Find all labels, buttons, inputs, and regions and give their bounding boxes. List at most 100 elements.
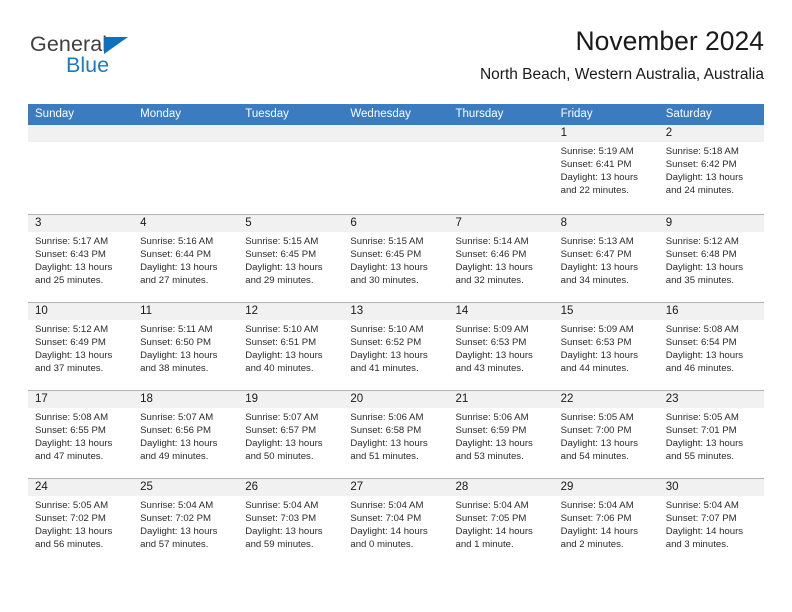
day-sun-info: Sunrise: 5:05 AM Sunset: 7:00 PM Daylight:… xyxy=(554,408,659,463)
sunset-text: Sunset: 6:45 PM xyxy=(245,249,317,261)
sunset-text: Sunset: 6:48 PM xyxy=(665,249,737,261)
sunrise-text: Sunrise: 5:10 AM xyxy=(350,324,424,335)
day-number: 7 xyxy=(448,215,554,232)
day-number: 17 xyxy=(28,391,134,408)
calendar-day-cell[interactable]: 30 Sunrise: 5:04 AM Sunset: 7:07 PM Dayligh… xyxy=(658,479,764,566)
sunset-text: Sunset: 6:53 PM xyxy=(560,337,632,349)
calendar-day-cell[interactable]: 10 Sunrise: 5:12 AM Sunset: 6:49 PM Dayligh… xyxy=(28,303,134,390)
day-number: 10 xyxy=(28,303,134,320)
calendar-day-cell[interactable]: 4 Sunrise: 5:16 AM Sunset: 6:44 PM Daylight… xyxy=(133,215,239,302)
sunset-text: Sunset: 6:50 PM xyxy=(140,337,212,349)
calendar-day-cell[interactable]: 8 Sunrise: 5:13 AM Sunset: 6:47 PM Daylight… xyxy=(553,215,659,302)
day-number: 2 xyxy=(658,125,764,142)
daylight-text: Daylight: 13 hours and 24 minutes. xyxy=(665,172,744,197)
calendar-day-cell[interactable]: 25 Sunrise: 5:04 AM Sunset: 7:02 PM Dayligh… xyxy=(133,479,239,566)
day-sun-info: Sunrise: 5:04 AM Sunset: 7:02 PM Daylight:… xyxy=(133,496,238,551)
day-sun-info: Sunrise: 5:12 AM Sunset: 6:48 PM Daylight:… xyxy=(659,232,764,287)
calendar-day-cell[interactable]: 14 Sunrise: 5:09 AM Sunset: 6:53 PM Dayligh… xyxy=(448,303,554,390)
day-number: 13 xyxy=(343,303,449,320)
calendar-day-cell[interactable]: 13 Sunrise: 5:10 AM Sunset: 6:52 PM Dayligh… xyxy=(343,303,449,390)
sunset-text: Sunset: 6:51 PM xyxy=(245,337,317,349)
sunrise-text: Sunrise: 5:08 AM xyxy=(35,412,109,423)
calendar-day-cell[interactable]: 23 Sunrise: 5:05 AM Sunset: 7:01 PM Dayligh… xyxy=(658,391,764,478)
daylight-text: Daylight: 13 hours and 34 minutes. xyxy=(560,262,638,287)
calendar-day-cell[interactable]: 9 Sunrise: 5:12 AM Sunset: 6:48 PM Daylight… xyxy=(658,215,764,302)
calendar-day-cell[interactable]: 2 Sunrise: 5:18 AM Sunset: 6:42 PM Daylight… xyxy=(658,125,764,214)
calendar-day-cell[interactable]: 19 Sunrise: 5:07 AM Sunset: 6:57 PM Dayligh… xyxy=(238,391,344,478)
calendar-day-cell[interactable]: 11 Sunrise: 5:11 AM Sunset: 6:50 PM Dayligh… xyxy=(133,303,239,390)
sunset-text: Sunset: 6:49 PM xyxy=(35,337,106,349)
calendar-day-cell[interactable]: 12 Sunrise: 5:10 AM Sunset: 6:51 PM Dayligh… xyxy=(238,303,344,390)
daylight-text: Daylight: 13 hours and 53 minutes. xyxy=(455,438,533,463)
calendar-day-cell[interactable]: 27 Sunrise: 5:04 AM Sunset: 7:04 PM Dayligh… xyxy=(343,479,449,566)
day-sun-info: Sunrise: 5:10 AM Sunset: 6:52 PM Daylight:… xyxy=(343,320,448,375)
sunset-text: Sunset: 6:59 PM xyxy=(455,425,527,437)
daylight-text: Daylight: 13 hours and 50 minutes. xyxy=(245,438,323,463)
calendar-day-cell-empty xyxy=(343,125,449,214)
calendar-day-cell[interactable]: 16 Sunrise: 5:08 AM Sunset: 6:54 PM Dayligh… xyxy=(658,303,764,390)
sunrise-text: Sunrise: 5:11 AM xyxy=(140,324,213,335)
calendar-day-cell-empty xyxy=(238,125,344,214)
calendar-day-cell[interactable]: 22 Sunrise: 5:05 AM Sunset: 7:00 PM Dayligh… xyxy=(553,391,659,478)
sunset-text: Sunset: 6:56 PM xyxy=(140,425,212,437)
calendar-day-cell[interactable]: 17 Sunrise: 5:08 AM Sunset: 6:55 PM Dayligh… xyxy=(28,391,134,478)
sunrise-text: Sunrise: 5:12 AM xyxy=(35,324,109,335)
sunset-text: Sunset: 7:01 PM xyxy=(665,425,737,437)
sunrise-text: Sunrise: 5:06 AM xyxy=(455,412,529,423)
sunset-text: Sunset: 6:57 PM xyxy=(245,425,317,437)
daylight-text: Daylight: 13 hours and 56 minutes. xyxy=(35,526,113,551)
generalblue-logo[interactable]: General Blue xyxy=(30,33,210,92)
daylight-text: Daylight: 13 hours and 35 minutes. xyxy=(665,262,744,287)
day-number: 11 xyxy=(133,303,239,320)
weekday-header-tuesday: Tuesday xyxy=(245,108,289,120)
day-sun-info: Sunrise: 5:11 AM Sunset: 6:50 PM Daylight:… xyxy=(133,320,238,375)
sunset-text: Sunset: 7:07 PM xyxy=(665,513,737,525)
daylight-text: Daylight: 13 hours and 59 minutes. xyxy=(245,526,323,551)
daylight-text: Daylight: 13 hours and 49 minutes. xyxy=(140,438,218,463)
sunset-text: Sunset: 6:46 PM xyxy=(455,249,527,261)
sunrise-text: Sunrise: 5:09 AM xyxy=(560,324,634,335)
day-number xyxy=(133,125,239,142)
calendar-day-cell[interactable]: 21 Sunrise: 5:06 AM Sunset: 6:59 PM Dayligh… xyxy=(448,391,554,478)
day-sun-info: Sunrise: 5:07 AM Sunset: 6:57 PM Daylight:… xyxy=(238,408,343,463)
daylight-text: Daylight: 13 hours and 51 minutes. xyxy=(350,438,428,463)
sunrise-text: Sunrise: 5:14 AM xyxy=(455,236,529,247)
calendar-day-cell[interactable]: 3 Sunrise: 5:17 AM Sunset: 6:43 PM Daylight… xyxy=(28,215,134,302)
sunset-text: Sunset: 6:41 PM xyxy=(560,159,632,171)
day-number: 25 xyxy=(133,479,239,496)
calendar-day-cell[interactable]: 18 Sunrise: 5:07 AM Sunset: 6:56 PM Dayligh… xyxy=(133,391,239,478)
calendar-day-cell[interactable]: 6 Sunrise: 5:15 AM Sunset: 6:45 PM Daylight… xyxy=(343,215,449,302)
sunrise-text: Sunrise: 5:17 AM xyxy=(35,236,109,247)
page-header: General Blue November 2024 North Beach, … xyxy=(28,26,764,98)
logo-triangle-icon xyxy=(104,37,128,54)
calendar-day-cell[interactable]: 15 Sunrise: 5:09 AM Sunset: 6:53 PM Dayligh… xyxy=(553,303,659,390)
day-sun-info: Sunrise: 5:08 AM Sunset: 6:55 PM Daylight:… xyxy=(28,408,133,463)
calendar-day-cell[interactable]: 29 Sunrise: 5:04 AM Sunset: 7:06 PM Dayligh… xyxy=(553,479,659,566)
calendar-day-cell[interactable]: 20 Sunrise: 5:06 AM Sunset: 6:58 PM Dayligh… xyxy=(343,391,449,478)
calendar-day-cell[interactable]: 5 Sunrise: 5:15 AM Sunset: 6:45 PM Daylight… xyxy=(238,215,344,302)
sunrise-text: Sunrise: 5:06 AM xyxy=(350,412,424,423)
day-sun-info: Sunrise: 5:06 AM Sunset: 6:58 PM Daylight:… xyxy=(343,408,448,463)
day-sun-info: Sunrise: 5:14 AM Sunset: 6:46 PM Daylight:… xyxy=(449,232,554,287)
day-number: 12 xyxy=(238,303,344,320)
daylight-text: Daylight: 13 hours and 32 minutes. xyxy=(455,262,533,287)
day-number: 30 xyxy=(658,479,764,496)
calendar-day-cell[interactable]: 26 Sunrise: 5:04 AM Sunset: 7:03 PM Dayligh… xyxy=(238,479,344,566)
day-number: 23 xyxy=(658,391,764,408)
sunset-text: Sunset: 6:54 PM xyxy=(665,337,737,349)
daylight-text: Daylight: 13 hours and 37 minutes. xyxy=(35,350,113,375)
calendar-day-cell[interactable]: 1 Sunrise: 5:19 AM Sunset: 6:41 PM Daylight… xyxy=(553,125,659,214)
calendar-day-cell[interactable]: 28 Sunrise: 5:04 AM Sunset: 7:05 PM Dayligh… xyxy=(448,479,554,566)
sunset-text: Sunset: 7:04 PM xyxy=(350,513,422,525)
day-sun-info: Sunrise: 5:12 AM Sunset: 6:49 PM Daylight:… xyxy=(28,320,133,375)
day-number xyxy=(448,125,554,142)
calendar-day-cell[interactable]: 7 Sunrise: 5:14 AM Sunset: 6:46 PM Daylight… xyxy=(448,215,554,302)
daylight-text: Daylight: 13 hours and 55 minutes. xyxy=(665,438,744,463)
day-number: 15 xyxy=(553,303,659,320)
daylight-text: Daylight: 13 hours and 40 minutes. xyxy=(245,350,323,375)
sunrise-text: Sunrise: 5:04 AM xyxy=(245,500,319,511)
day-sun-info: Sunrise: 5:08 AM Sunset: 6:54 PM Daylight:… xyxy=(659,320,764,375)
calendar-day-cell[interactable]: 24 Sunrise: 5:05 AM Sunset: 7:02 PM Dayligh… xyxy=(28,479,134,566)
sunrise-text: Sunrise: 5:05 AM xyxy=(35,500,109,511)
calendar-week-row: 10 Sunrise: 5:12 AM Sunset: 6:49 PM Dayligh… xyxy=(28,302,764,390)
